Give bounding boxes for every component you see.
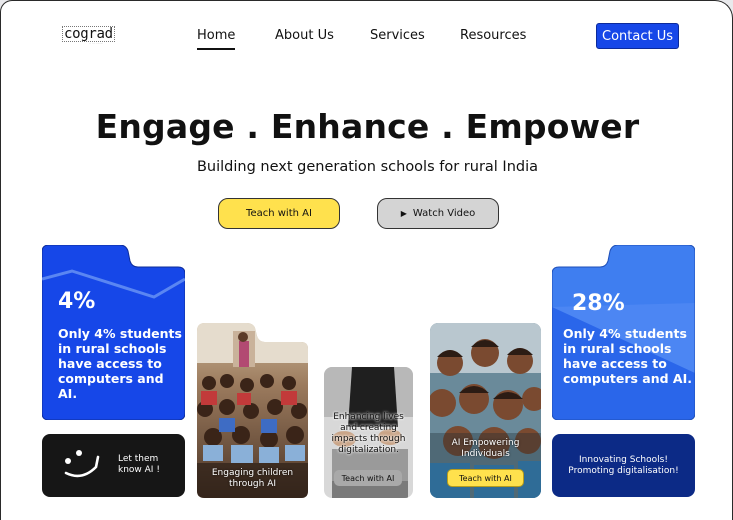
let-them-know-ai-text: Let them know AI ! xyxy=(118,454,160,476)
enhancing-teach-button[interactable]: Teach with AI xyxy=(334,470,402,486)
innovating-schools-text: Innovating Schools! Promoting digitalisa… xyxy=(568,455,678,477)
contact-us-button[interactable]: Contact Us xyxy=(596,23,679,49)
card-line: know AI ! xyxy=(118,465,160,475)
caption-line: impacts through xyxy=(331,434,406,444)
caption-line: Engaging children xyxy=(211,468,294,478)
empowering-teach-button[interactable]: Teach with AI xyxy=(447,469,524,487)
stat-value-right: 28% xyxy=(572,291,625,316)
engaging-children-card: Engaging children through AI xyxy=(197,323,308,498)
play-icon: ▶ xyxy=(400,209,407,218)
ai-empowering-card: AI Empowering Individuals Teach with AI xyxy=(430,323,541,498)
stat-line: have access to xyxy=(58,356,162,371)
stat-line: in rural schools xyxy=(58,341,167,356)
page-frame: cograd ·· ··· ········ Home About Us Ser… xyxy=(0,0,733,520)
stat-text-right: Only 4% students in rural schools have a… xyxy=(563,326,692,386)
watch-video-label: Watch Video xyxy=(412,208,476,219)
stat-value-left: 4% xyxy=(58,289,96,314)
card-line: Promoting digitalisation! xyxy=(568,465,679,476)
hero-subtitle: Building next generation schools for rur… xyxy=(196,159,539,175)
caption-line: Enhancing lives xyxy=(333,412,404,422)
let-them-know-ai-card: Let them know AI ! xyxy=(42,434,185,497)
stat-text-left: Only 4% students in rural schools have a… xyxy=(58,326,185,401)
stat-line: computers and AI. xyxy=(58,371,164,401)
card-line: Let them xyxy=(118,454,159,464)
stat-card-right: 28% Only 4% students in rural schools ha… xyxy=(552,245,695,420)
nav-home[interactable]: Home xyxy=(197,28,236,50)
smiley-icon xyxy=(64,450,100,478)
stat-line: in rural schools xyxy=(563,341,672,356)
stat-line: have access to xyxy=(563,356,667,371)
logo[interactable]: cograd ·· ··· ········ xyxy=(62,26,115,45)
nav-resources[interactable]: Resources xyxy=(460,28,526,43)
nav-services[interactable]: Services xyxy=(370,28,425,43)
caption-line: through AI xyxy=(228,479,277,489)
caption-line: Individuals xyxy=(461,449,510,459)
stat-card-left: 4% Only 4% students in rural schools hav… xyxy=(42,245,185,420)
teach-with-ai-label: Teach with AI xyxy=(246,208,312,219)
ai-empowering-caption: AI Empowering Individuals xyxy=(430,438,541,460)
nav-about-us[interactable]: About Us xyxy=(275,28,334,43)
stat-line: Only 4% students xyxy=(563,326,687,341)
watch-video-button[interactable]: ▶ Watch Video xyxy=(377,198,499,229)
card-line: Innovating Schools! xyxy=(579,454,668,465)
enhancing-lives-caption: Enhancing lives and creating impacts thr… xyxy=(326,412,411,456)
innovating-schools-card: Innovating Schools! Promoting digitalisa… xyxy=(552,434,695,497)
stat-line: computers and AI. xyxy=(563,371,692,386)
teach-with-ai-button[interactable]: Teach with AI xyxy=(218,198,340,229)
logo-wordmark: cograd xyxy=(62,26,115,42)
hero-title: Engage . Enhance . Empower xyxy=(95,107,640,146)
stat-line: Only 4% students xyxy=(58,326,182,341)
caption-line: AI Empowering xyxy=(451,438,520,448)
engaging-children-caption: Engaging children through AI xyxy=(197,468,308,490)
caption-line: digitalization. xyxy=(338,445,399,455)
enhancing-lives-card: Enhancing lives and creating impacts thr… xyxy=(324,367,413,498)
caption-line: and creating xyxy=(340,423,397,433)
